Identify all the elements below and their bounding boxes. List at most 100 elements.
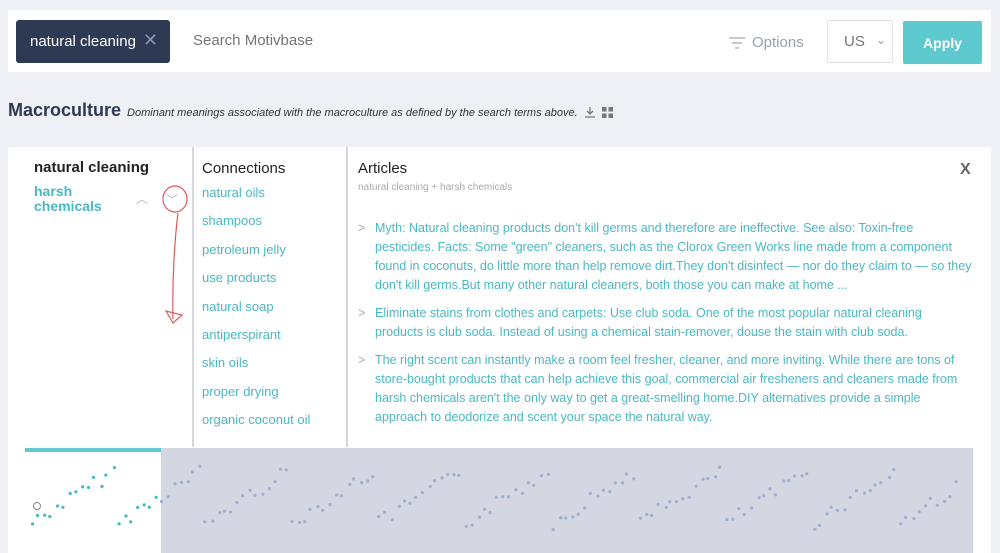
timeline-dots xyxy=(30,464,958,532)
timeline-dot xyxy=(817,523,822,527)
options-button[interactable]: Options xyxy=(728,34,804,51)
timeline-dot xyxy=(173,482,177,486)
connection-item[interactable]: antiperspirant xyxy=(202,327,310,355)
term-selected[interactable]: harsh chemicals xyxy=(34,184,124,214)
timeline-marker[interactable] xyxy=(33,502,41,510)
country-select[interactable]: US ⌄ xyxy=(827,20,893,63)
timeline-dot xyxy=(191,470,195,474)
close-icon[interactable]: ✕ xyxy=(143,31,158,49)
article-item[interactable]: > The right scent can instantly make a ro… xyxy=(358,351,973,427)
search-term-label: natural cleaning xyxy=(30,33,136,50)
timeline-dot xyxy=(935,503,939,507)
timeline-dot xyxy=(813,527,817,531)
timeline-dot xyxy=(235,500,239,505)
timeline-visualization[interactable] xyxy=(25,448,973,553)
timeline-dot xyxy=(645,512,649,516)
timeline-dot xyxy=(848,495,852,499)
page-title: Macroculture xyxy=(8,100,122,120)
timeline-dot xyxy=(159,499,163,504)
timeline-dot xyxy=(650,513,654,518)
timeline-dot xyxy=(843,508,847,512)
timeline-dot xyxy=(383,510,387,514)
timeline-dot xyxy=(494,495,498,499)
timeline-dot xyxy=(56,504,60,508)
timeline-dot xyxy=(571,515,575,519)
timeline-dot xyxy=(464,524,468,528)
timeline-dot xyxy=(825,512,829,516)
article-item[interactable]: > Myth: Natural cleaning products don't k… xyxy=(358,219,973,295)
timeline-dot xyxy=(414,495,418,499)
timeline-dot xyxy=(835,508,840,512)
timeline-dot xyxy=(100,484,104,488)
timeline-dot xyxy=(316,504,320,509)
timeline-dot xyxy=(420,491,424,495)
timeline-dot xyxy=(308,507,312,511)
connection-item[interactable]: proper drying xyxy=(202,384,310,412)
timeline-dot xyxy=(211,519,215,523)
article-item[interactable]: > Eliminate stains from clothes and carpe… xyxy=(358,304,973,342)
timeline-dot xyxy=(267,487,271,491)
timeline-dot xyxy=(30,522,35,526)
timeline-dot xyxy=(873,483,877,487)
search-input[interactable] xyxy=(193,32,453,49)
term-main: natural cleaning xyxy=(34,159,150,176)
timeline-dot xyxy=(321,508,325,512)
apply-button[interactable]: Apply xyxy=(903,21,982,64)
timeline-dot xyxy=(360,481,364,485)
timeline-dot xyxy=(632,477,636,481)
search-term-chip[interactable]: natural cleaning ✕ xyxy=(16,20,170,63)
timeline-dot xyxy=(539,474,544,478)
timeline-dot xyxy=(520,491,524,495)
timeline-dot xyxy=(402,499,407,503)
timeline-dot xyxy=(912,516,916,521)
connection-item[interactable]: shampoos xyxy=(202,213,310,241)
connection-item[interactable]: natural oils xyxy=(202,185,310,213)
timeline-dot xyxy=(681,497,685,501)
timeline-dot xyxy=(757,496,761,500)
timeline-dot xyxy=(887,475,892,479)
timeline-dot xyxy=(506,495,511,499)
close-articles-button[interactable]: X xyxy=(960,161,971,179)
timeline-dot xyxy=(527,481,531,485)
timeline-dot xyxy=(737,506,741,511)
timeline-dot xyxy=(924,504,928,508)
timeline-dot xyxy=(48,514,52,519)
download-icon[interactable] xyxy=(584,105,596,123)
connection-item[interactable]: petroleum jelly xyxy=(202,242,310,270)
timeline-dot xyxy=(241,494,245,498)
page-subtitle: Dominant meanings associated with the ma… xyxy=(127,107,578,119)
timeline-dot xyxy=(351,477,356,481)
timeline-dot xyxy=(457,473,461,478)
timeline-dot xyxy=(892,468,896,472)
country-value: US xyxy=(844,33,865,50)
timeline-dot xyxy=(694,484,698,488)
chevron-up-icon[interactable]: ︿ xyxy=(136,190,148,207)
timeline-dot xyxy=(793,474,797,478)
timeline-dot xyxy=(284,468,288,472)
timeline-dot xyxy=(501,495,505,499)
timeline-dot xyxy=(298,520,302,524)
connection-item[interactable]: natural soap xyxy=(202,299,310,327)
timeline-dot xyxy=(222,509,227,513)
timeline-dot xyxy=(773,493,778,497)
connections-list: natural oils shampoos petroleum jelly us… xyxy=(202,185,310,441)
connection-item[interactable]: use products xyxy=(202,270,310,298)
search-bar: natural cleaning ✕ Options US ⌄ Apply xyxy=(8,10,991,72)
timeline-dot xyxy=(104,473,108,477)
timeline-dot xyxy=(478,515,482,519)
timeline-dot xyxy=(229,510,233,514)
articles-header: Articles xyxy=(358,160,408,177)
timeline-dot xyxy=(117,522,121,526)
timeline-dot xyxy=(61,505,65,509)
timeline-dot xyxy=(112,466,117,470)
connection-item[interactable]: organic coconut oil xyxy=(202,412,310,440)
connection-item[interactable]: skin oils xyxy=(202,355,310,383)
timeline-dot xyxy=(248,488,252,492)
timeline-dot xyxy=(303,519,307,524)
timeline-dot xyxy=(668,500,672,504)
timeline-dot xyxy=(408,501,412,505)
timeline-dot xyxy=(701,477,705,481)
grid-icon[interactable] xyxy=(601,105,613,123)
timeline-dot xyxy=(129,520,133,524)
timeline-dot xyxy=(335,493,339,497)
